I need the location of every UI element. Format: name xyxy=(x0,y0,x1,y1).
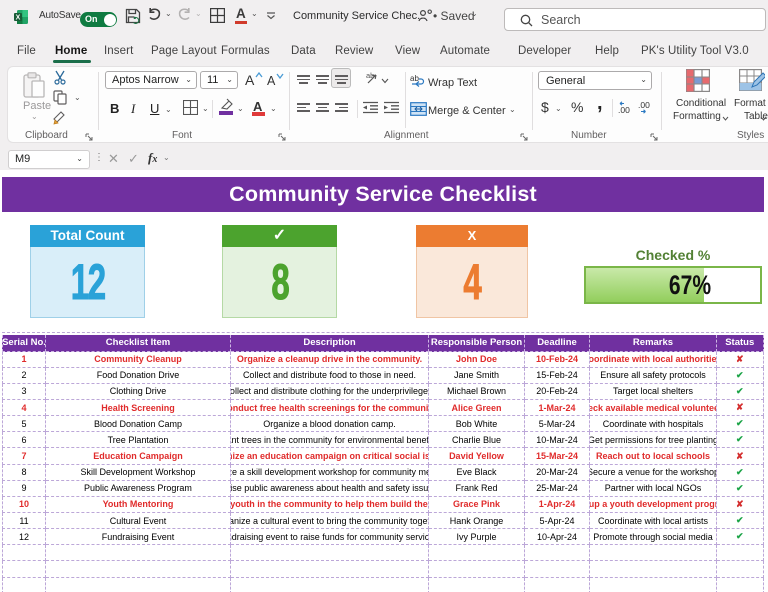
svg-text:.00: .00 xyxy=(618,105,630,115)
svg-text:X: X xyxy=(16,15,21,22)
svg-text:ab: ab xyxy=(366,71,374,80)
svg-text:.00: .00 xyxy=(638,100,650,110)
